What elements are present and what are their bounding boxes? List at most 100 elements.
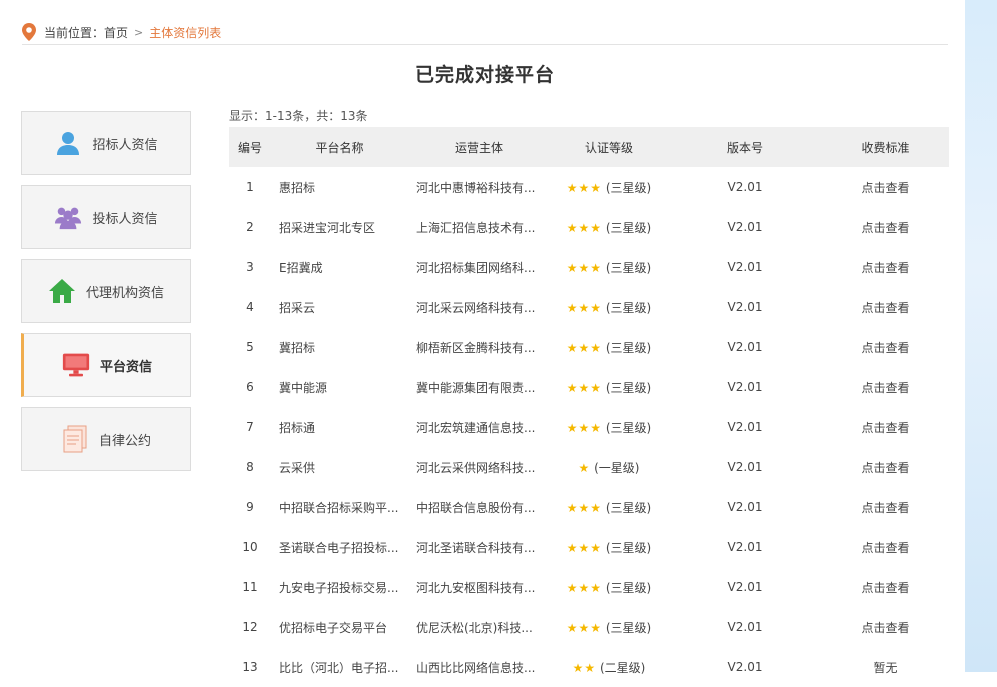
- breadcrumb-separator: >: [134, 25, 144, 39]
- header-version: 版本号: [726, 140, 763, 155]
- star-rating-icon: ★★★: [566, 540, 603, 555]
- table-row: 10 圣诺联合电子招投标... 河北圣诺联合科技有... ★★★ (三星级) V2.01…: [229, 527, 949, 567]
- sidebar-item-tenderer-credit[interactable]: 招标人资信: [21, 111, 191, 175]
- row-fee-link[interactable]: 点击查看: [822, 207, 949, 247]
- row-fee-link[interactable]: 点击查看: [822, 447, 949, 487]
- row-platform-name: 招标通: [279, 420, 316, 435]
- row-certification: ★★★ (三星级): [550, 567, 668, 607]
- star-rating-icon: ★★★: [566, 340, 603, 355]
- breadcrumb-home-link[interactable]: 首页: [104, 24, 128, 41]
- row-platform-name: 惠招标: [279, 180, 316, 195]
- sidebar-item-label: 投标人资信: [92, 211, 158, 227]
- row-version: V2.01: [727, 580, 763, 594]
- row-level-text: (三星级): [605, 540, 652, 555]
- row-certification: ★★★ (三星级): [550, 527, 668, 567]
- row-platform-name: 九安电子招投标交易...: [279, 580, 399, 595]
- row-operator: 河北云采供网络科技...: [416, 460, 536, 475]
- row-operator: 河北九安枢图科技有...: [416, 580, 536, 595]
- row-platform-name: 招采进宝河北专区: [279, 220, 376, 235]
- row-version: V2.01: [727, 540, 763, 554]
- row-number: 1: [246, 180, 254, 194]
- row-platform-name: 比比（河北）电子招...: [279, 660, 399, 675]
- sidebar-item-self-discipline[interactable]: 自律公约: [21, 407, 191, 471]
- sidebar-item-label: 平台资信: [99, 359, 152, 375]
- sidebar-item-platform-credit[interactable]: 平台资信: [21, 333, 191, 397]
- row-version: V2.01: [727, 340, 763, 354]
- row-fee-link[interactable]: 点击查看: [822, 167, 949, 207]
- row-level-text: (一星级): [594, 460, 640, 475]
- table-row: 1 惠招标 河北中惠博裕科技有... ★★★ (三星级) V2.01 点击查看: [229, 167, 949, 207]
- right-background-band: [965, 0, 997, 672]
- row-fee-link[interactable]: 点击查看: [822, 367, 949, 407]
- row-certification: ★ (一星级): [550, 447, 668, 487]
- star-rating-icon: ★★★: [566, 220, 603, 235]
- row-level-text: (三星级): [605, 180, 652, 195]
- row-certification: ★★★ (三星级): [550, 367, 668, 407]
- row-operator: 柳梧新区金腾科技有...: [416, 340, 536, 355]
- row-platform-name: 冀中能源: [279, 380, 328, 395]
- row-number: 5: [246, 340, 254, 354]
- result-summary: 显示：1-13条，共：13条: [229, 109, 368, 123]
- row-platform-name: E招冀成: [279, 260, 323, 275]
- row-operator: 河北宏筑建通信息技...: [416, 420, 536, 435]
- row-operator: 中招联合信息股份有...: [416, 500, 536, 515]
- row-number: 2: [246, 220, 254, 234]
- table-row: 13 比比（河北）电子招... 山西比比网络信息技... ★★ (二星级) V2.01 暂…: [229, 647, 949, 687]
- row-fee-link[interactable]: 点击查看: [822, 527, 949, 567]
- row-level-text: (三星级): [605, 300, 652, 315]
- row-version: V2.01: [727, 380, 763, 394]
- row-fee-link[interactable]: 点击查看: [822, 567, 949, 607]
- row-operator: 山西比比网络信息技...: [416, 660, 536, 675]
- row-platform-name: 中招联合招标采购平...: [279, 500, 399, 515]
- row-level-text: (三星级): [605, 420, 652, 435]
- table-row: 4 招采云 河北采云网络科技有... ★★★ (三星级) V2.01 点击查看: [229, 287, 949, 327]
- row-fee-link[interactable]: 暂无: [822, 647, 949, 687]
- row-platform-name: 招采云: [279, 300, 316, 315]
- header-operator: 运营主体: [454, 140, 503, 155]
- row-fee-link[interactable]: 点击查看: [822, 287, 949, 327]
- row-fee-link[interactable]: 点击查看: [822, 607, 949, 647]
- star-rating-icon: ★★★: [566, 300, 603, 315]
- sidebar-item-label: 自律公约: [98, 433, 151, 449]
- row-certification: ★★★ (三星级): [550, 487, 668, 527]
- row-certification: ★★★ (三星级): [550, 287, 668, 327]
- row-level-text: (三星级): [605, 500, 652, 515]
- row-version: V2.01: [727, 220, 763, 234]
- sidebar-item-label: 代理机构资信: [85, 285, 164, 301]
- row-operator: 河北采云网络科技有...: [416, 300, 536, 315]
- row-fee-link[interactable]: 点击查看: [822, 247, 949, 287]
- row-version: V2.01: [727, 460, 763, 474]
- table-header-row: 编号 平台名称 运营主体 认证等级 版本号 收费标准: [229, 127, 949, 167]
- row-level-text: (三星级): [605, 380, 652, 395]
- row-certification: ★★★ (三星级): [550, 407, 668, 447]
- row-number: 8: [246, 460, 254, 474]
- breadcrumb-prefix: 当前位置：: [44, 25, 105, 40]
- row-platform-name: 优招标电子交易平台: [279, 620, 388, 635]
- row-operator: 冀中能源集团有限责...: [416, 380, 536, 395]
- row-fee-link[interactable]: 点击查看: [822, 327, 949, 367]
- group-icon: [54, 203, 82, 231]
- sidebar-item-label: 招标人资信: [92, 137, 158, 153]
- row-platform-name: 圣诺联合电子招投标...: [279, 540, 399, 555]
- sidebar-item-bidder-credit[interactable]: 投标人资信: [21, 185, 191, 249]
- row-operator: 河北招标集团网络科...: [416, 260, 536, 275]
- row-level-text: (三星级): [605, 580, 652, 595]
- breadcrumb-current: 主体资信列表: [149, 25, 222, 40]
- user-icon: [54, 129, 82, 157]
- table-row: 7 招标通 河北宏筑建通信息技... ★★★ (三星级) V2.01 点击查看: [229, 407, 949, 447]
- sidebar-item-agency-credit[interactable]: 代理机构资信: [21, 259, 191, 323]
- row-operator: 优尼沃松(北京)科技...: [416, 620, 533, 635]
- row-platform-name: 冀招标: [279, 340, 316, 355]
- star-rating-icon: ★★★: [566, 260, 603, 275]
- row-number: 10: [242, 540, 258, 554]
- row-fee-link[interactable]: 点击查看: [822, 487, 949, 527]
- star-rating-icon: ★★★: [566, 580, 603, 595]
- table-row: 5 冀招标 柳梧新区金腾科技有... ★★★ (三星级) V2.01 点击查看: [229, 327, 949, 367]
- table-row: 9 中招联合招标采购平... 中招联合信息股份有... ★★★ (三星级) V2.01 点…: [229, 487, 949, 527]
- row-certification: ★★★ (三星级): [550, 607, 668, 647]
- row-number: 9: [246, 500, 254, 514]
- row-fee-link[interactable]: 点击查看: [822, 407, 949, 447]
- row-number: 7: [246, 420, 254, 434]
- row-number: 11: [242, 580, 258, 594]
- row-version: V2.01: [727, 620, 763, 634]
